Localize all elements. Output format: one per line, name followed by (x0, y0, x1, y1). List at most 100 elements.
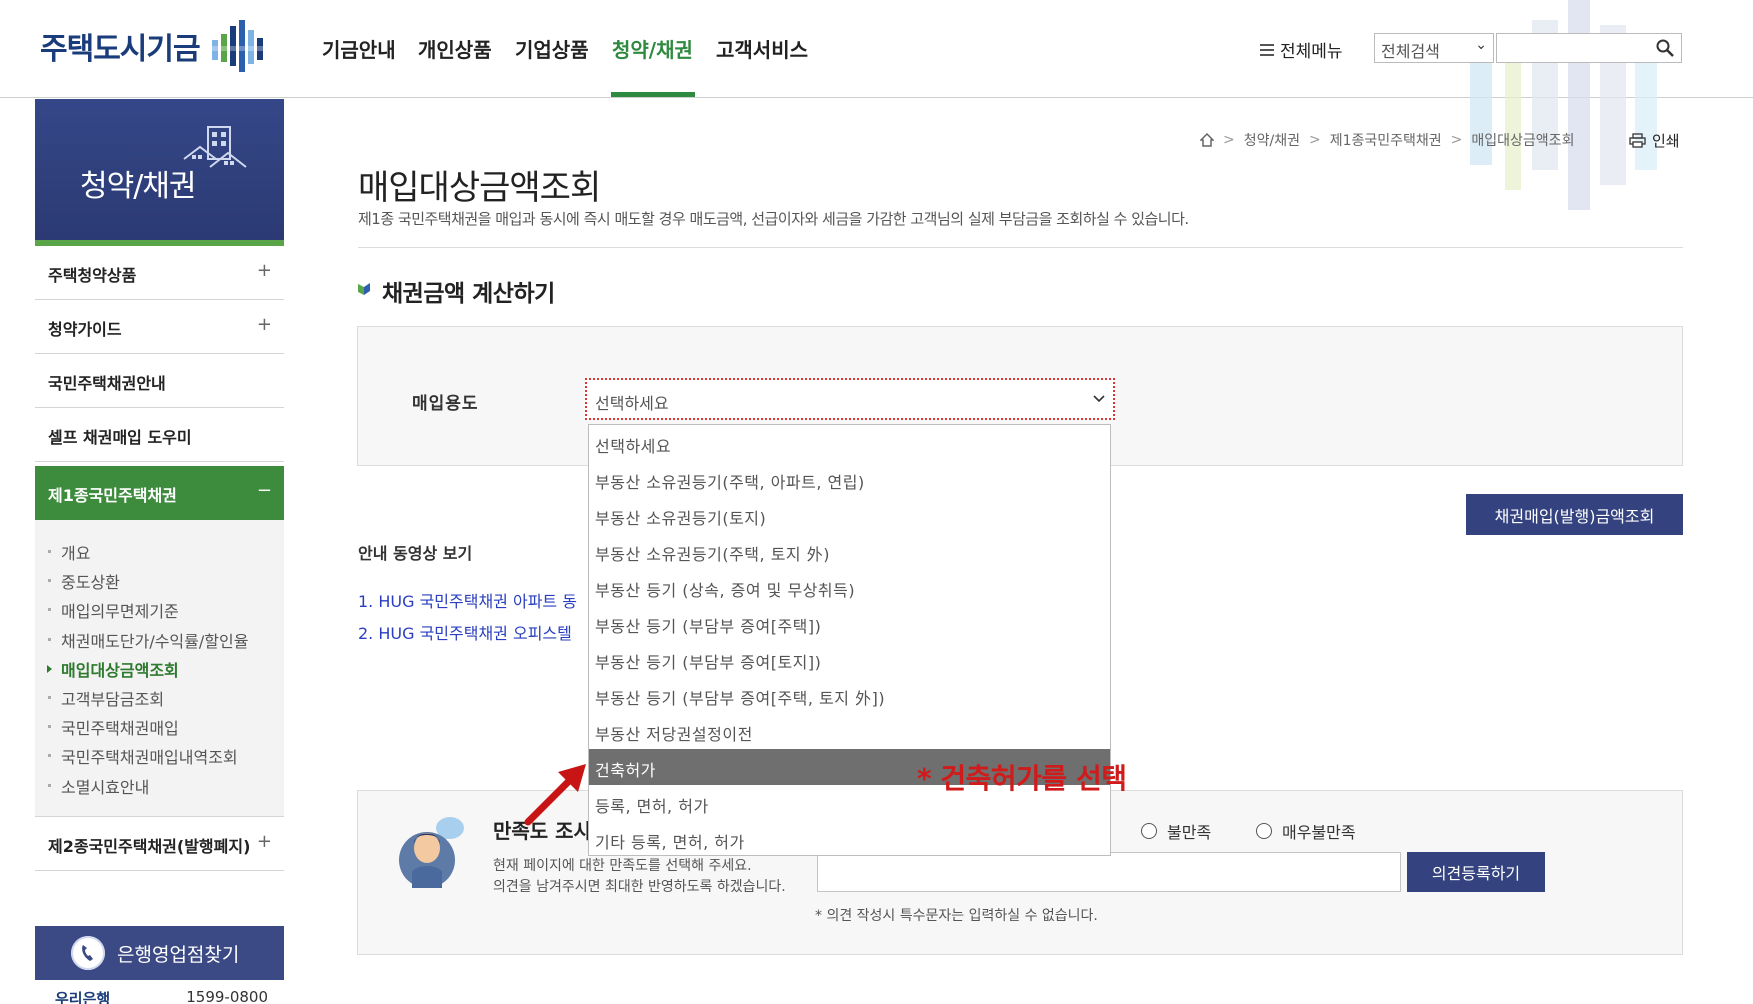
submenu-item-purchase-amount[interactable]: 매입대상금액조회 (61, 657, 179, 681)
nav-customer-service[interactable]: 고객서비스 (716, 34, 808, 63)
purchase-purpose-select[interactable]: 선택하세요 (585, 378, 1115, 420)
dropdown-option[interactable]: 부동산 소유권등기(주택, 아파트, 연립) (589, 461, 1110, 497)
dropdown-option[interactable]: 부동산 소유권등기(주택, 토지 外) (589, 533, 1110, 569)
active-arrow-icon (47, 665, 52, 673)
hamburger-icon (1260, 43, 1274, 56)
section-title: 채권금액 계산하기 (382, 281, 555, 307)
bond-amount-query-button[interactable]: 채권매입(발행)금액조회 (1466, 494, 1683, 535)
sidebar-item-label: 제2종국민주택채권(발행폐지) (48, 837, 251, 856)
dropdown-option[interactable]: 부동산 등기 (부담부 증여[주택]) (589, 605, 1110, 641)
title-divider (358, 247, 1683, 248)
survey-person-icon (399, 817, 464, 888)
survey-description: 의견을 남겨주시면 최대한 반영하도록 하겠습니다. (493, 879, 786, 895)
dropdown-option[interactable]: 부동산 등기 (부담부 증여[토지]) (589, 641, 1110, 677)
logo-text: 주택도시기금 (40, 32, 201, 67)
sidebar-item-type2-bond[interactable]: 제2종국민주택채권(발행폐지) + (35, 817, 284, 871)
radio-circle-icon (1141, 823, 1157, 839)
video-link-officetel[interactable]: 2. HUG 국민주택채권 오피스텔 (358, 620, 572, 644)
active-nav-indicator (611, 92, 695, 97)
decorative-bars-graphic (1470, 0, 1657, 210)
nav-corporate-products[interactable]: 기업상품 (515, 34, 589, 63)
print-label: 인쇄 (1652, 132, 1680, 150)
bullet-icon (48, 550, 51, 553)
page-description: 제1종 국민주택채권을 매입과 동시에 즉시 매도할 경우 매도금액, 선급이자… (358, 210, 1189, 228)
annotation-arrow-icon (524, 764, 586, 826)
submenu-item-overview[interactable]: 개요 (61, 540, 90, 564)
sidebar-item-label: 주택청약상품 (48, 266, 137, 285)
dropdown-option[interactable]: 부동산 저당권설정이전 (589, 713, 1110, 749)
survey-description: 현재 페이지에 대한 만족도를 선택해 주세요. (493, 858, 752, 874)
plus-icon: + (256, 260, 272, 281)
sidebar-item-subscription-guide[interactable]: 청약가이드 + (35, 300, 284, 354)
radio-label: 불만족 (1167, 823, 1212, 842)
bank-finder-label: 은행영업점찾기 (117, 944, 240, 966)
nav-personal-products[interactable]: 개인상품 (418, 34, 492, 63)
bank-branch-finder[interactable]: 은행영업점찾기 우리은행 1599-0800 (35, 926, 284, 1004)
sidebar-item-label: 셀프 채권매입 도우미 (48, 428, 192, 447)
sidebar-item-type1-bond[interactable]: 제1종국민주택채권 − (35, 466, 284, 520)
submenu-item-bond-purchase[interactable]: 국민주택채권매입 (61, 715, 179, 739)
dropdown-option[interactable]: 기타 등록, 면허, 허가 (589, 821, 1110, 857)
submenu-item-exemption-criteria[interactable]: 매입의무면제기준 (61, 598, 179, 622)
search-scope-value: 전체검색 (1381, 42, 1440, 61)
submenu-item-early-redemption[interactable]: 중도상환 (61, 569, 120, 593)
video-link-apartment[interactable]: 1. HUG 국민주택채권 아파트 동 (358, 588, 577, 612)
logo-mark-icon (209, 20, 268, 72)
bullet-icon (48, 725, 51, 728)
dropdown-option[interactable]: 부동산 소유권등기(토지) (589, 497, 1110, 533)
bullet-icon (48, 754, 51, 757)
radio-circle-icon (1256, 823, 1272, 839)
chevron-down-icon: ⌄ (1475, 37, 1487, 53)
all-menu-button[interactable]: 전체메뉴 (1260, 37, 1343, 62)
bullet-icon (48, 638, 51, 641)
nav-fund-info[interactable]: 기금안내 (322, 34, 396, 63)
radio-very-dissatisfied[interactable]: 매우불만족 (1256, 819, 1356, 843)
sidebar-item-label: 청약가이드 (48, 320, 122, 339)
bullet-icon (48, 579, 51, 582)
dropdown-option[interactable]: 부동산 등기 (부담부 증여[주택, 토지 外]) (589, 677, 1110, 713)
all-menu-label: 전체메뉴 (1280, 42, 1343, 62)
sidebar-title: 청약/채권 (80, 169, 197, 204)
submit-opinion-button[interactable]: 의견등록하기 (1407, 852, 1545, 892)
breadcrumb-item-current: 매입대상금액조회 (1471, 133, 1575, 149)
purchase-purpose-value: 선택하세요 (595, 394, 669, 413)
search-icon[interactable] (1656, 39, 1674, 57)
radio-label: 매우불만족 (1282, 823, 1356, 842)
dropdown-option[interactable]: 부동산 등기 (상속, 증여 및 무상취득) (589, 569, 1110, 605)
radio-dissatisfied[interactable]: 불만족 (1141, 819, 1211, 843)
chevron-down-icon (1093, 395, 1105, 403)
bullet-icon (48, 608, 51, 611)
nav-subscription-bonds[interactable]: 청약/채권 (612, 34, 693, 63)
section-bullet-icon (358, 283, 370, 295)
breadcrumb-item[interactable]: 제1종국민주택채권 (1330, 130, 1442, 150)
sidebar-item-housing-subscription[interactable]: 주택청약상품 + (35, 246, 284, 300)
breadcrumb-item[interactable]: 청약/채권 (1244, 130, 1300, 150)
submenu-item-sale-price[interactable]: 채권매도단가/수익률/할인율 (61, 628, 248, 652)
sidebar-item-housing-bond-info[interactable]: 국민주택채권안내 (35, 354, 284, 408)
opinion-input[interactable] (817, 852, 1401, 892)
plus-icon: + (256, 831, 272, 852)
sidebar-item-self-bond-helper[interactable]: 셀프 채권매입 도우미 (35, 408, 284, 462)
search-input[interactable] (1496, 33, 1682, 63)
bank-name: 우리은행 (55, 990, 111, 1004)
bullet-icon (48, 784, 51, 787)
video-guide-title: 안내 동영상 보기 (358, 544, 473, 563)
phone-icon (71, 936, 105, 970)
search-scope-select[interactable]: 전체검색 ⌄ (1374, 33, 1494, 63)
submenu-item-customer-burden[interactable]: 고객부담금조회 (61, 686, 164, 710)
printer-icon (1629, 133, 1646, 148)
sidebar-item-label: 제1종국민주택채권 (48, 486, 177, 505)
survey-note: * 의견 작성시 특수문자는 입력하실 수 없습니다. (815, 908, 1098, 924)
breadcrumb: > 청약/채권 > 제1종국민주택채권 > 매입대상금액조회 (1200, 130, 1574, 150)
annotation-text: * 건축허가를 선택 (917, 762, 1127, 795)
breadcrumb-separator: > (1223, 132, 1235, 148)
page-title: 매입대상금액조회 (358, 168, 601, 208)
dropdown-option[interactable]: 선택하세요 (589, 425, 1110, 461)
sidebar-submenu: 개요 중도상환 매입의무면제기준 채권매도단가/수익률/할인율 매입대상금액조회… (35, 520, 284, 817)
submenu-item-prescription[interactable]: 소멸시효안내 (61, 774, 149, 798)
site-logo[interactable]: 주택도시기금 (40, 20, 268, 72)
submenu-item-purchase-history[interactable]: 국민주택채권매입내역조회 (61, 744, 238, 768)
home-icon[interactable] (1200, 133, 1214, 147)
print-button[interactable]: 인쇄 (1629, 130, 1680, 151)
sidebar-item-label: 국민주택채권안내 (48, 374, 166, 393)
